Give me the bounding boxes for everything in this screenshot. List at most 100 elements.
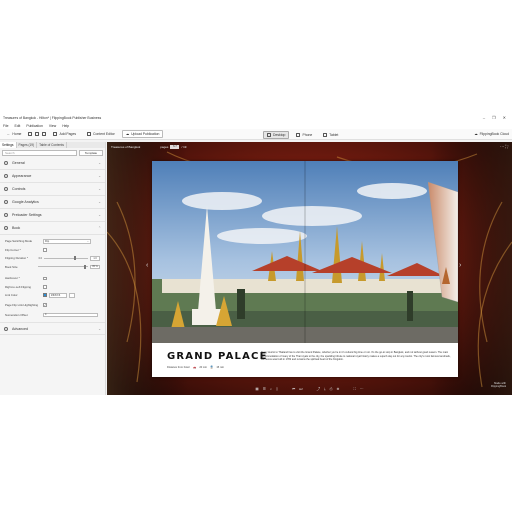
select-value: Flip: [45, 239, 50, 243]
chevron-down-icon: ⌄: [98, 174, 101, 178]
template-button[interactable]: Template: [79, 149, 103, 156]
page-total: / 19: [181, 144, 187, 149]
prop-hardcover: Hardcover *: [0, 274, 105, 283]
cloud-upload-icon: ☁: [125, 132, 130, 136]
search-input[interactable]: Search: [2, 149, 77, 156]
section-label: Appearance: [12, 174, 32, 178]
menu-file[interactable]: File: [3, 124, 8, 128]
publication-preview: Treasures of Bangkok pages 6-7 / 19 ⋯ ⛶ …: [107, 142, 512, 395]
previous-page-arrow[interactable]: ‹: [146, 262, 148, 269]
tab-table-of-contents[interactable]: Table of Contents: [37, 142, 67, 148]
section-google-analytics[interactable]: Google Analytics ⌄: [0, 196, 105, 209]
fullscreen-icon[interactable]: ⛶: [505, 144, 508, 149]
more-icon[interactable]: ⋯: [360, 387, 364, 391]
search-icon[interactable]: ⌕: [270, 387, 272, 391]
page-curl: [428, 182, 458, 302]
distance-info: Distance from hotel: 🚗 20 min 🚆 15 min: [167, 366, 224, 369]
toc-icon[interactable]: ☰: [263, 387, 266, 391]
menu-view[interactable]: View: [49, 124, 56, 128]
home-button[interactable]: ← Home: [3, 130, 25, 138]
zoom-icon[interactable]: ⊕: [337, 387, 340, 391]
prop-flipping-duration: Flipping Duration * 0.0 1.0: [0, 254, 105, 263]
flipping-duration-slider[interactable]: [44, 256, 88, 261]
distance-label: Distance from hotel:: [167, 366, 191, 369]
first-page-icon[interactable]: ⏮: [292, 387, 295, 391]
menu-bar: File Edit Publication View Help: [0, 122, 512, 129]
fullscreen-icon[interactable]: ⛶: [354, 387, 357, 391]
last-page-icon[interactable]: ⏭: [299, 387, 302, 391]
prop-label: Link Color: [5, 293, 18, 298]
upload-publication-button[interactable]: ☁ Upload Publication: [121, 130, 164, 138]
right-to-left-checkbox[interactable]: [43, 285, 47, 289]
section-label: Book: [12, 226, 21, 230]
share-icon[interactable]: ⋯: [500, 144, 504, 149]
thumbnails-icon[interactable]: ▦: [255, 387, 258, 391]
save-icon[interactable]: [28, 132, 33, 136]
slider-knob[interactable]: [83, 264, 86, 269]
link-color-input[interactable]: #3b87c6: [49, 293, 67, 298]
link-color-swatch[interactable]: [43, 293, 47, 298]
section-label: Google Analytics: [12, 200, 39, 204]
cloud-icon: ☁: [474, 132, 478, 136]
chevron-up-icon: ⌃: [98, 226, 101, 230]
book-icon: [4, 226, 8, 230]
hardcover-checkbox[interactable]: [43, 276, 47, 280]
undo-icon[interactable]: [35, 132, 40, 136]
app-window: Treasures of Bangkok - Hilton* | Flippin…: [0, 113, 512, 395]
view-phone-button[interactable]: Phone: [292, 131, 316, 139]
prop-book-size: Book Size 95 %: [0, 263, 105, 272]
bookmark-icon[interactable]: ▯: [276, 387, 278, 391]
train-time: 15 min: [216, 366, 225, 369]
logo-line2: FlippingBook: [491, 385, 506, 389]
prop-flip-corner: Flip Corner *: [0, 246, 105, 255]
section-controls[interactable]: Controls ⌄: [0, 183, 105, 196]
menu-publication[interactable]: Publication: [26, 124, 43, 128]
content-editor-label: Content Editor: [93, 132, 115, 136]
section-preloader-settings[interactable]: Preloader Settings ⌄: [0, 209, 105, 222]
book-size-slider[interactable]: [38, 264, 88, 269]
controls-icon: [4, 187, 8, 191]
section-label: General: [12, 161, 25, 165]
menu-help[interactable]: Help: [62, 124, 69, 128]
preloader-icon: [4, 213, 8, 217]
add-pages-button[interactable]: Add Pages: [49, 130, 80, 138]
section-label: Advanced: [12, 326, 28, 331]
page-flip-link-checkbox[interactable]: ✓: [43, 303, 47, 307]
flip-corner-checkbox[interactable]: [43, 248, 47, 252]
flippingbook-cloud-button[interactable]: ☁ FlippingBook Cloud: [474, 132, 509, 136]
section-general[interactable]: General ⌄: [0, 157, 105, 170]
book-size-value[interactable]: 95 %: [90, 264, 100, 269]
desktop-label: Desktop: [273, 133, 286, 137]
prop-label: Right-to-Left Flipping: [5, 284, 31, 289]
desktop-icon: [267, 133, 271, 137]
slider-knob[interactable]: [74, 256, 76, 261]
flipping-duration-value[interactable]: 1.0: [90, 256, 100, 261]
next-page-arrow[interactable]: ›: [459, 262, 461, 269]
maximize-button[interactable]: ❐: [492, 115, 496, 120]
menu-edit[interactable]: Edit: [14, 124, 20, 128]
minimize-button[interactable]: –: [483, 115, 485, 120]
color-picker-button[interactable]: [69, 293, 75, 298]
section-book[interactable]: Book ⌃: [0, 222, 105, 235]
flippingbook-logo[interactable]: Made with FlippingBook: [491, 382, 506, 388]
share-icon[interactable]: ⤴: [316, 387, 320, 392]
settings-sidebar: Settings Pages (19) Table of Contents Se…: [0, 142, 106, 395]
redo-icon[interactable]: [42, 132, 47, 136]
page-number-input[interactable]: 6-7: [170, 144, 180, 149]
tab-pages[interactable]: Pages (19): [17, 142, 38, 148]
section-advanced[interactable]: Advanced ⌄: [0, 322, 105, 335]
tab-settings[interactable]: Settings: [0, 142, 17, 148]
download-icon[interactable]: ⤓: [324, 387, 326, 391]
prop-label: Numeration Offset: [5, 312, 28, 317]
prop-label: Page Switching Mode: [5, 239, 33, 244]
close-button[interactable]: ✕: [503, 115, 506, 120]
content-editor-button[interactable]: Content Editor: [83, 130, 119, 138]
chevron-down-icon: ⌄: [86, 239, 89, 243]
numeration-offset-input[interactable]: 0: [43, 312, 98, 317]
view-tablet-button[interactable]: Tablet: [319, 131, 342, 139]
tablet-label: Tablet: [329, 133, 339, 137]
section-appearance[interactable]: Appearance ⌄: [0, 170, 105, 183]
print-icon[interactable]: ⎙: [330, 387, 333, 391]
view-desktop-button[interactable]: Desktop: [263, 131, 290, 139]
page-switching-select[interactable]: Flip ⌄: [43, 238, 91, 244]
